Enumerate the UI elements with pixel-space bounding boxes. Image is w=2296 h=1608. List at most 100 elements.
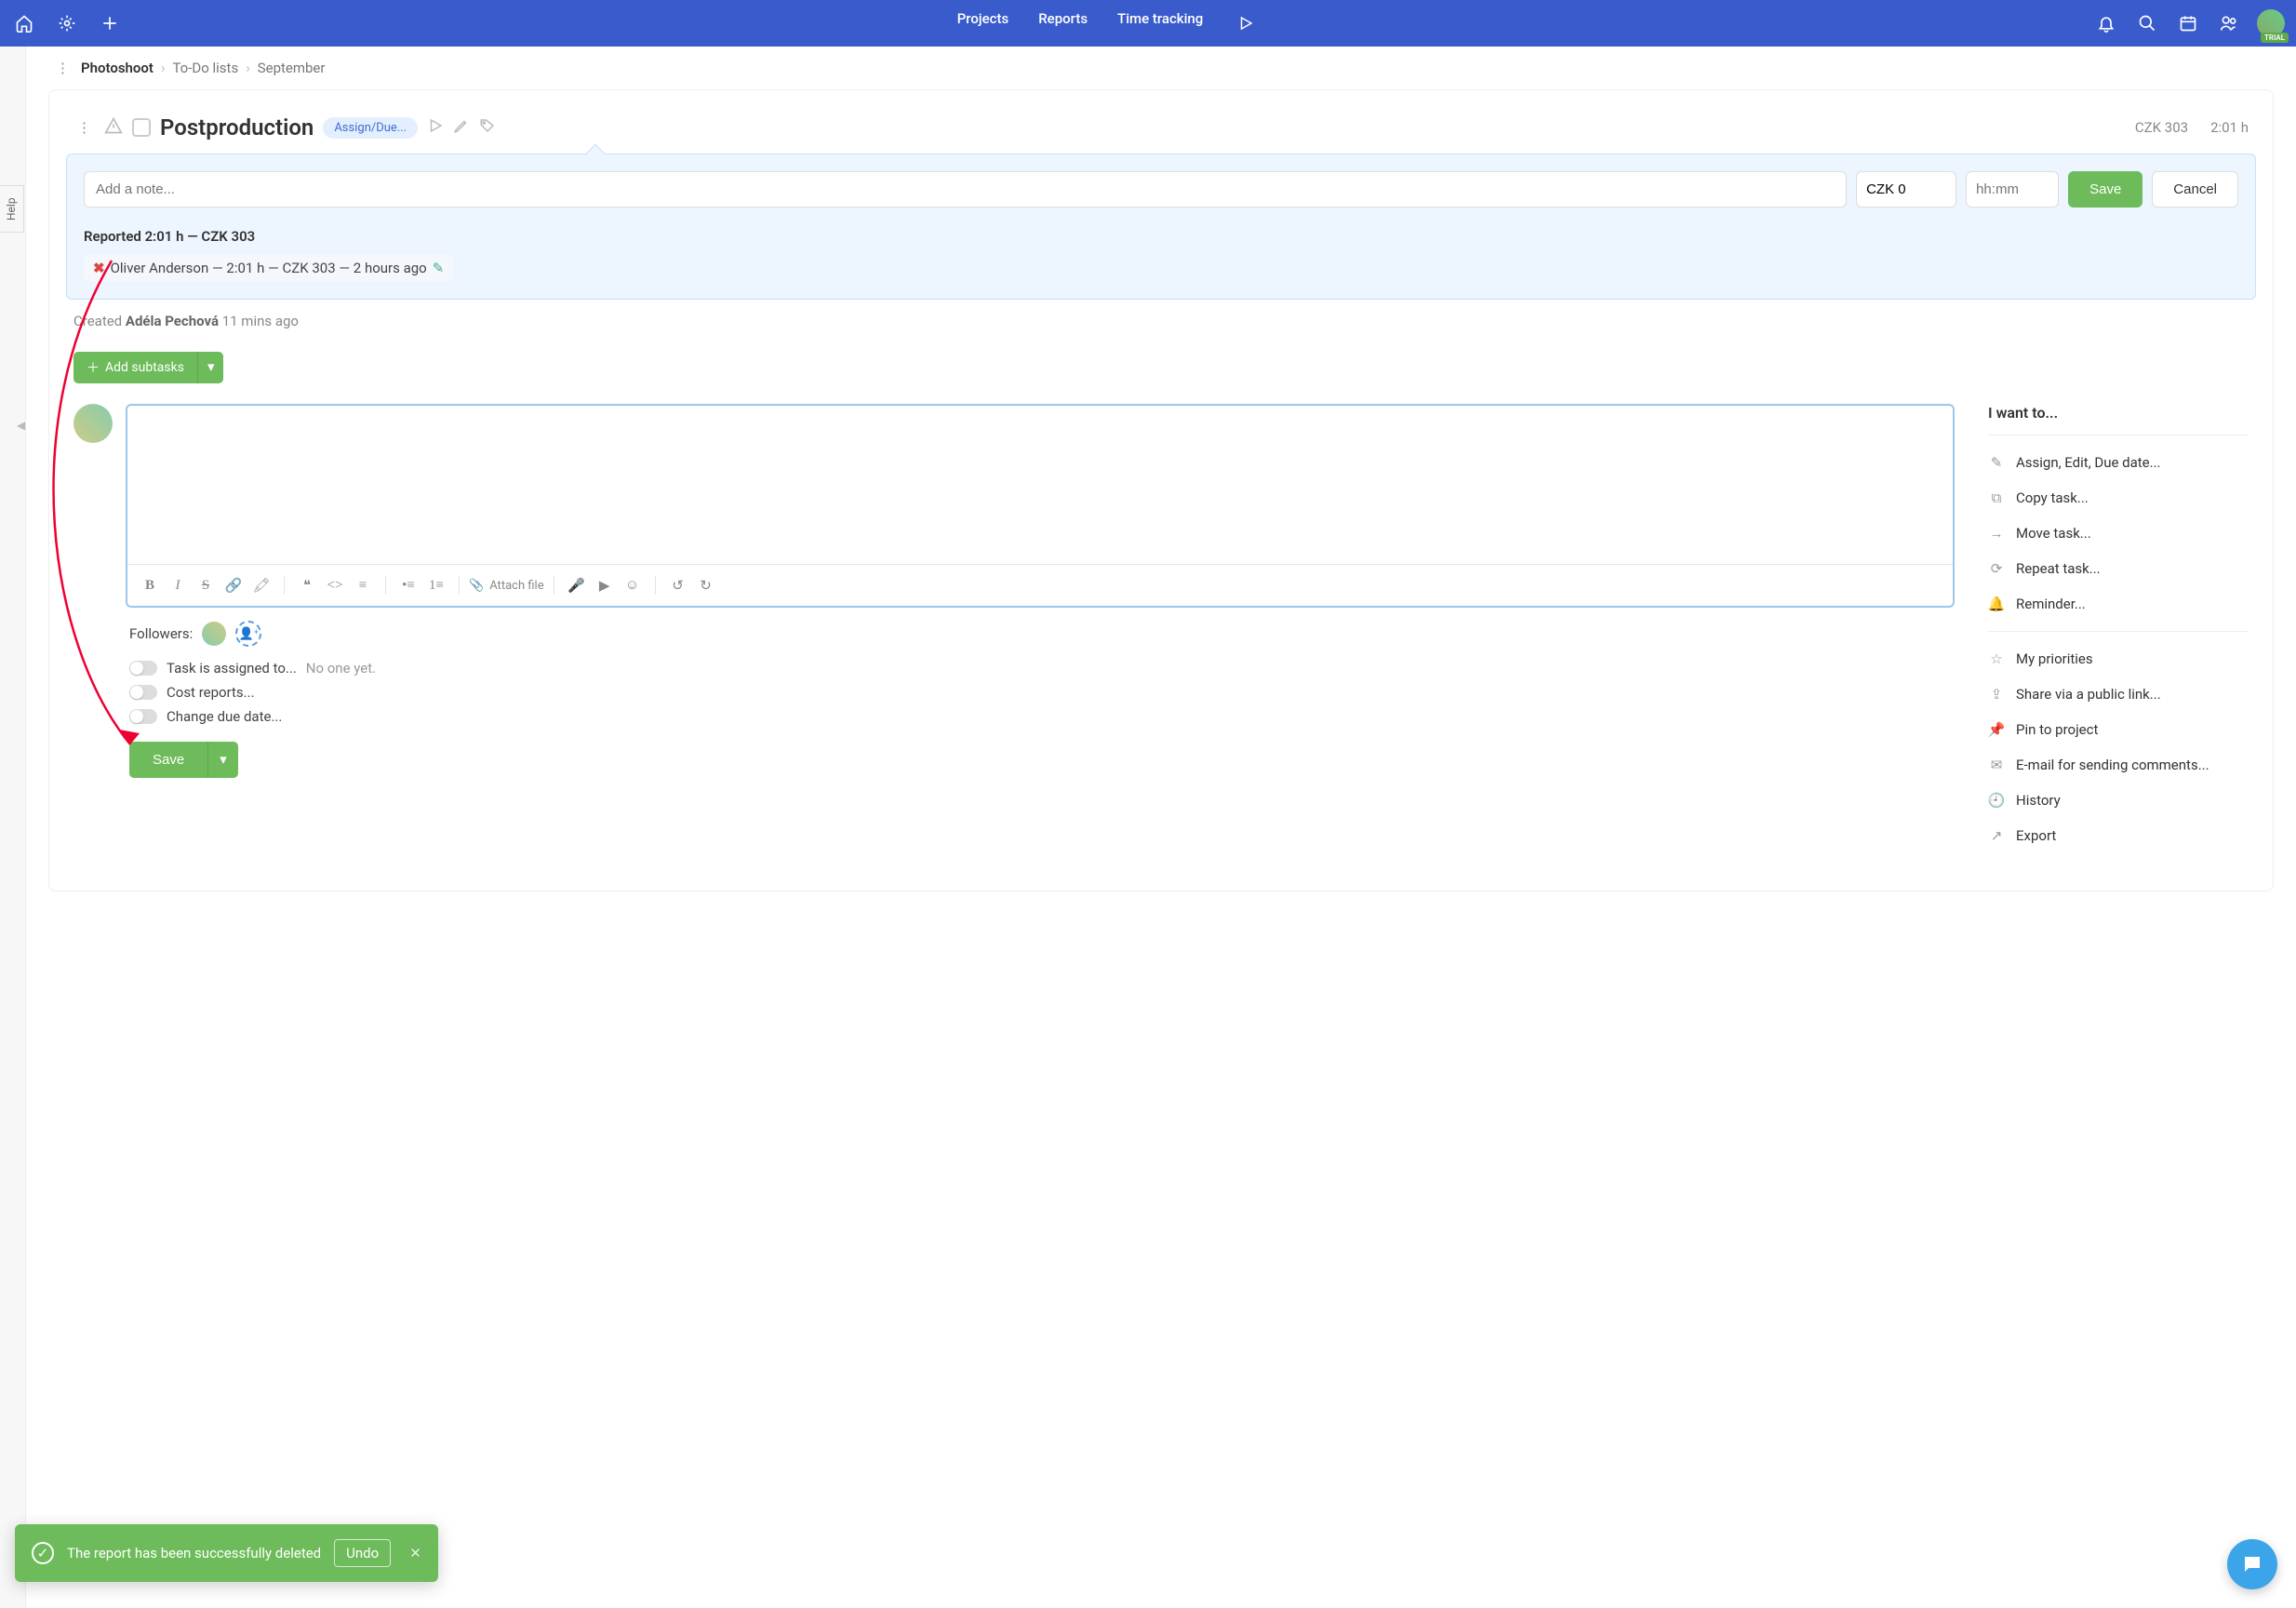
cancel-report-button[interactable]: Cancel (2152, 171, 2238, 208)
nav-time-tracking[interactable]: Time tracking (1117, 10, 1203, 36)
task-title: Postproduction (160, 114, 314, 141)
gear-icon[interactable] (54, 10, 80, 36)
pencil-icon: ✎ (1988, 454, 2005, 471)
reported-entry-text: Oliver Anderson — 2:01 h — CZK 303 — 2 h… (111, 260, 427, 276)
mic-icon[interactable]: 🎤 (564, 572, 590, 598)
task-checkbox[interactable] (132, 118, 151, 137)
bell-small-icon: 🔔 (1988, 596, 2005, 612)
add-follower-button[interactable]: 👤⁺ (235, 621, 261, 647)
close-toast-icon[interactable]: ✕ (409, 1545, 421, 1561)
chat-widget-button[interactable] (2227, 1539, 2277, 1589)
action-assign-edit[interactable]: ✎Assign, Edit, Due date... (1988, 445, 2249, 480)
italic-icon[interactable]: I (165, 572, 191, 598)
bullet-list-icon[interactable]: •≡ (395, 572, 421, 598)
pin-icon: 📌 (1988, 721, 2005, 738)
task-hours: 2:01 h (2210, 119, 2249, 136)
followers-label: Followers: (129, 625, 193, 642)
hr-icon[interactable]: ≡ (350, 572, 376, 598)
play-icon[interactable] (1233, 10, 1259, 36)
action-pin[interactable]: 📌Pin to project (1988, 712, 2249, 747)
warning-triangle-icon[interactable] (104, 116, 123, 139)
action-email[interactable]: ✉E-mail for sending comments... (1988, 747, 2249, 783)
check-circle-icon: ✓ (32, 1542, 54, 1564)
video-icon[interactable]: ▶ (592, 572, 618, 598)
breadcrumb-list[interactable]: To-Do lists (172, 60, 238, 76)
breadcrumb: ⋮ Photoshoot › To-Do lists › September (26, 47, 2296, 89)
save-comment-dropdown[interactable]: ▾ (207, 742, 238, 778)
collapse-arrow-icon[interactable]: ◀ (17, 419, 25, 432)
action-history[interactable]: 🕘History (1988, 783, 2249, 818)
link-icon[interactable]: 🔗 (220, 572, 247, 598)
add-subtasks-button[interactable]: ＋Add subtasks (73, 352, 197, 383)
highlight-icon[interactable]: 🖍 (248, 572, 274, 598)
mail-icon: ✉ (1988, 757, 2005, 773)
delete-report-icon[interactable]: ✖ (93, 260, 105, 276)
breadcrumb-month[interactable]: September (258, 60, 326, 76)
money-input[interactable] (1856, 171, 1956, 208)
quote-icon[interactable]: ❝ (294, 572, 320, 598)
add-subtasks-dropdown[interactable]: ▾ (197, 352, 224, 383)
undo-button[interactable]: Undo (334, 1539, 391, 1567)
search-icon[interactable] (2134, 10, 2160, 36)
note-input[interactable] (84, 171, 1847, 208)
play-outline-icon[interactable] (427, 117, 444, 138)
action-move[interactable]: →Move task... (1988, 516, 2249, 551)
nav-projects[interactable]: Projects (957, 10, 1009, 36)
comment-editor[interactable]: B I S 🔗 🖍 ❝ <> (126, 404, 1955, 608)
plus-icon: ＋ (87, 358, 100, 377)
action-copy[interactable]: ⧉Copy task... (1988, 480, 2249, 516)
action-share[interactable]: ⇪Share via a public link... (1988, 677, 2249, 712)
save-report-button[interactable]: Save (2068, 171, 2142, 208)
help-tab[interactable]: Help (0, 185, 24, 233)
created-line: Created Adéla Pechová 11 mins ago (49, 300, 2273, 335)
assign-toggle-label: Task is assigned to... (167, 660, 297, 677)
assign-toggle-value: No one yet. (306, 660, 376, 677)
plus-icon[interactable] (97, 10, 123, 36)
due-toggle[interactable] (129, 709, 157, 724)
assign-toggle[interactable] (129, 661, 157, 676)
breadcrumb-project[interactable]: Photoshoot (81, 60, 154, 76)
number-list-icon[interactable]: 1≡ (423, 572, 449, 598)
edit-report-icon[interactable]: ✎ (433, 260, 445, 276)
follower-avatar[interactable] (202, 622, 226, 646)
top-navbar: Projects Reports Time tracking TRIAL (0, 0, 2296, 47)
assign-due-pill[interactable]: Assign/Due... (323, 117, 418, 139)
task-menu-icon[interactable]: ⋮ (73, 119, 95, 136)
cost-toggle[interactable] (129, 685, 157, 700)
toast-message: The report has been successfully deleted (67, 1545, 321, 1561)
redo-icon[interactable]: ↻ (693, 572, 719, 598)
action-priorities[interactable]: ☆My priorities (1988, 641, 2249, 677)
nav-reports[interactable]: Reports (1038, 10, 1088, 36)
strike-icon[interactable]: S (193, 572, 219, 598)
attach-file-button[interactable]: 📎 Attach file (469, 579, 544, 593)
bold-icon[interactable]: B (137, 572, 163, 598)
undo-icon[interactable]: ↺ (665, 572, 691, 598)
action-repeat[interactable]: ⟳Repeat task... (1988, 551, 2249, 586)
calendar-icon[interactable] (2175, 10, 2201, 36)
user-avatar[interactable]: TRIAL (2257, 9, 2285, 37)
action-reminder[interactable]: 🔔Reminder... (1988, 586, 2249, 622)
star-icon: ☆ (1988, 650, 2005, 667)
pencil-icon[interactable] (453, 117, 470, 138)
copy-icon: ⧉ (1988, 489, 2005, 506)
trial-badge: TRIAL (2261, 33, 2289, 43)
bell-icon[interactable] (2093, 10, 2119, 36)
reported-entry: ✖ Oliver Anderson — 2:01 h — CZK 303 — 2… (84, 254, 453, 282)
actions-heading: I want to... (1988, 404, 2249, 436)
people-icon[interactable] (2216, 10, 2242, 36)
tag-icon[interactable] (479, 117, 496, 138)
toast-notification: ✓ The report has been successfully delet… (15, 1524, 438, 1582)
share-icon: ⇪ (1988, 686, 2005, 703)
comment-textarea[interactable] (127, 406, 1953, 564)
action-export[interactable]: ↗Export (1988, 818, 2249, 853)
save-comment-button[interactable]: Save (129, 742, 207, 778)
breadcrumb-menu-icon[interactable]: ⋮ (52, 60, 73, 76)
reported-summary: Reported 2:01 h — CZK 303 (84, 228, 2238, 245)
due-toggle-label: Change due date... (167, 708, 282, 725)
code-icon[interactable]: <> (322, 572, 348, 598)
arrow-right-icon: → (1988, 525, 2005, 542)
emoji-icon[interactable]: ☺ (620, 572, 646, 598)
task-money: CZK 303 (2135, 119, 2188, 136)
home-icon[interactable] (11, 10, 37, 36)
time-input[interactable] (1966, 171, 2059, 208)
